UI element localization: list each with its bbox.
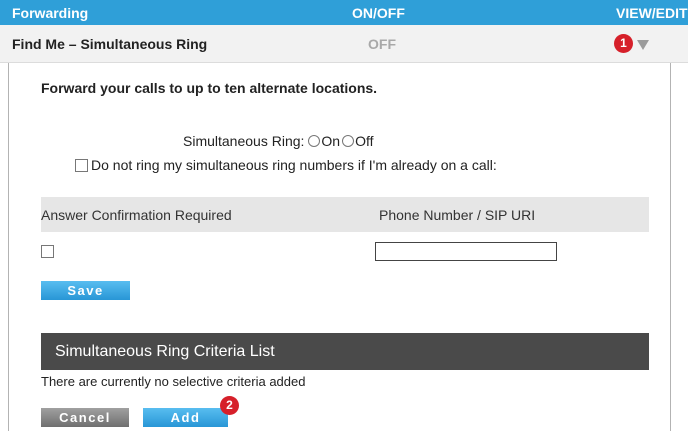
radio-on[interactable]: [308, 135, 321, 147]
header-forwarding: Forwarding: [12, 5, 89, 21]
do-not-ring-checkbox[interactable]: [75, 158, 88, 172]
save-button[interactable]: Save: [41, 281, 130, 300]
callout-badge-2: 2: [220, 396, 239, 415]
add-button[interactable]: Add: [143, 408, 228, 427]
forwarding-header: Forwarding ON/OFF VIEW/EDIT: [0, 0, 688, 25]
phone-number-header: Phone Number / SIP URI: [379, 207, 536, 223]
criteria-list-header: Simultaneous Ring Criteria List: [41, 333, 649, 370]
locations-table-header: Answer Confirmation Required Phone Numbe…: [41, 197, 649, 232]
criteria-list-title: Simultaneous Ring Criteria List: [55, 343, 275, 360]
callout-badge-1: 1: [614, 34, 633, 53]
find-me-title: Find Me – Simultaneous Ring: [12, 36, 208, 52]
radio-off[interactable]: [342, 135, 355, 147]
simultaneous-ring-toggle: Simultaneous Ring: On Off: [183, 133, 374, 149]
find-me-status: OFF: [368, 36, 396, 52]
expand-triangle-icon[interactable]: [637, 40, 649, 50]
find-me-row[interactable]: Find Me – Simultaneous Ring OFF 1: [0, 25, 688, 63]
radio-off-label: Off: [355, 133, 374, 149]
no-criteria-message: There are currently no selective criteri…: [41, 374, 306, 389]
do-not-ring-label: Do not ring my simultaneous ring numbers…: [91, 157, 497, 173]
intro-text: Forward your calls to up to ten alternat…: [41, 80, 378, 96]
answer-confirmation-checkbox[interactable]: [41, 245, 54, 258]
header-on-off: ON/OFF: [352, 5, 405, 21]
phone-number-input[interactable]: [375, 242, 557, 261]
cancel-button[interactable]: Cancel: [41, 408, 129, 427]
header-view-edit: VIEW/EDIT: [616, 5, 688, 21]
do-not-ring-option: Do not ring my simultaneous ring numbers…: [75, 157, 497, 173]
panel-left-border: [8, 63, 9, 431]
panel-right-border: [670, 63, 671, 431]
radio-on-label: On: [321, 133, 341, 149]
simultaneous-ring-label: Simultaneous Ring:: [183, 133, 305, 149]
forwarding-panel: Forwarding ON/OFF VIEW/EDIT Find Me – Si…: [0, 0, 688, 431]
answer-confirmation-header: Answer Confirmation Required: [41, 207, 232, 223]
